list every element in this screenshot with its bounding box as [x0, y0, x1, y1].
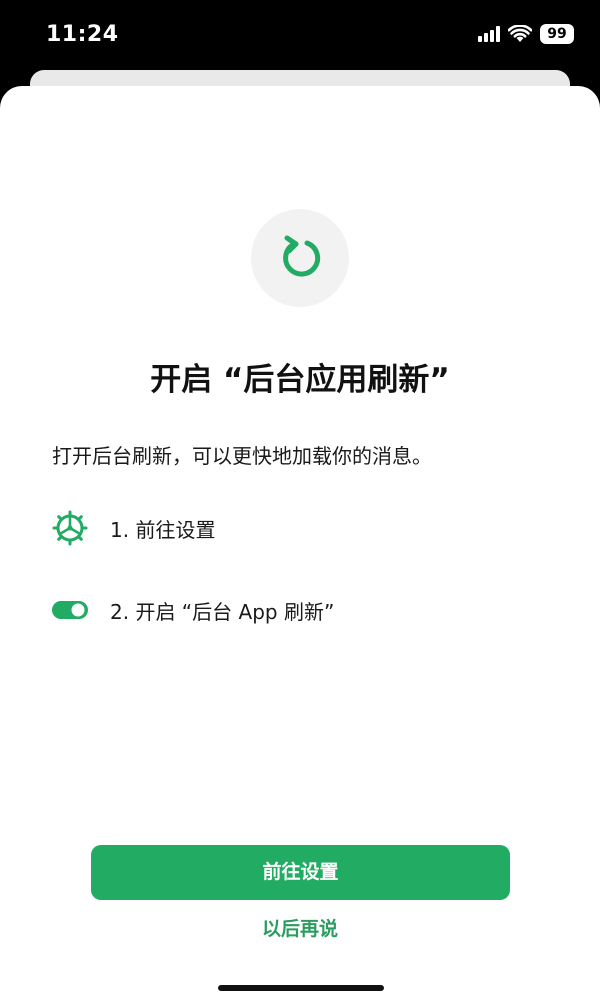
go-to-settings-button[interactable]: 前往设置	[91, 845, 510, 900]
status-icons: 99	[478, 24, 574, 44]
battery-icon: 99	[540, 24, 574, 44]
step-go-to-settings: 1. 前往设置	[52, 510, 215, 546]
home-indicator	[218, 985, 384, 991]
step-1-label: 1. 前往设置	[110, 517, 216, 542]
toggle-icon	[52, 592, 88, 628]
later-button[interactable]: 以后再说	[0, 914, 600, 941]
status-bar: 11:24 99	[0, 0, 600, 70]
signal-icon	[478, 26, 500, 42]
status-time: 11:24	[46, 22, 119, 47]
refresh-icon	[283, 235, 321, 277]
step-2-label: 2. 开启 “后台 App 刷新”	[110, 599, 335, 624]
step-enable-background-refresh: 2. 开启 “后台 App 刷新”	[52, 592, 334, 628]
dialog-description: 打开后台刷新，可以更快地加载你的消息。	[52, 444, 432, 468]
settings-gear-icon	[52, 510, 88, 546]
dialog-title: 开启 “后台应用刷新”	[150, 362, 450, 398]
hero-icon-circle	[251, 209, 349, 307]
wifi-icon	[508, 25, 532, 43]
background-refresh-sheet: 开启 “后台应用刷新” 打开后台刷新，可以更快地加载你的消息。 1. 前往设置 …	[0, 86, 600, 1000]
